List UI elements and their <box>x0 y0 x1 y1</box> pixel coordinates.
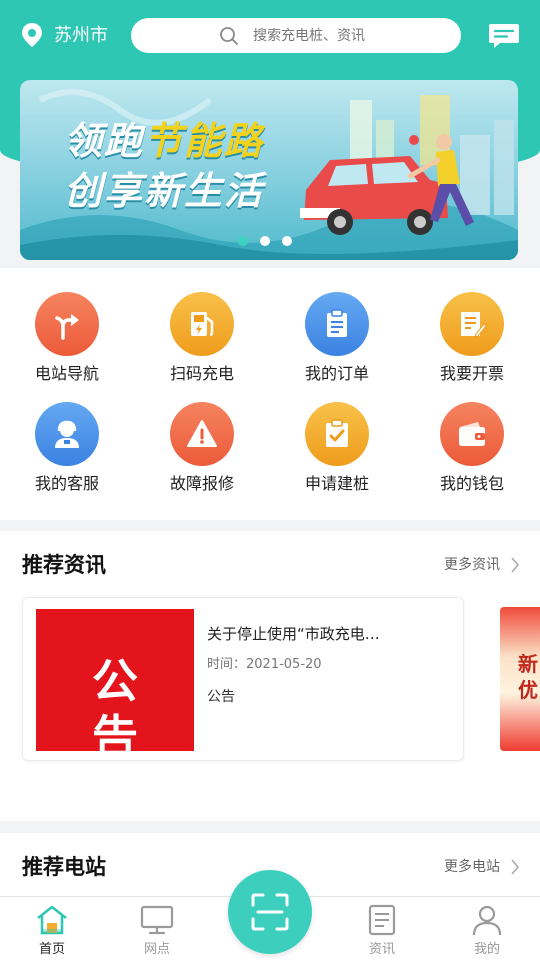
banner-dot[interactable] <box>238 236 248 246</box>
shortcut-icon-bg <box>305 292 369 356</box>
warning-icon <box>187 420 217 447</box>
shortcut-label: 我要开票 <box>439 364 504 383</box>
shortcut-label: 我的订单 <box>304 364 369 383</box>
shortcut-icon-bg <box>35 402 99 466</box>
news-title: 关于停止使用“市政充电… <box>207 625 380 643</box>
tab-label: 首页 <box>38 942 65 957</box>
document-icon <box>368 904 396 936</box>
city-selector[interactable]: 苏州市 <box>54 24 108 48</box>
car-charging-illustration <box>300 95 514 235</box>
shortcut-scan-charge[interactable]: 扫码充电 <box>142 272 262 383</box>
shortcut-apply-pile[interactable]: 申请建桩 <box>277 382 397 493</box>
search-input[interactable]: 搜索充电桩、资讯 <box>131 18 461 53</box>
navigation-icon <box>55 314 79 340</box>
tab-label: 网点 <box>143 942 170 957</box>
scan-button[interactable] <box>228 870 312 954</box>
banner-pagination <box>238 236 292 246</box>
news-card-next-text: 新 优 <box>518 652 538 702</box>
customer-service-icon <box>55 420 79 448</box>
shortcut-label: 申请建桩 <box>304 474 369 493</box>
shortcut-label: 我的钱包 <box>439 474 504 493</box>
home-icon <box>37 905 67 935</box>
shortcut-grid: 电站导航 扫码充电 我的订单 我要开票 我的客服 故障报修 申请建桩 我的钱包 <box>0 272 540 512</box>
top-bar: 苏州市 搜索充电桩、资讯 <box>0 0 540 72</box>
banner-dot[interactable] <box>260 236 270 246</box>
news-card-next[interactable]: 新 优 <box>500 607 540 751</box>
shortcut-customer-service[interactable]: 我的客服 <box>7 382 127 493</box>
wallet-icon <box>459 422 485 446</box>
shortcut-icon-bg <box>170 292 234 356</box>
shortcut-station-navigation[interactable]: 电站导航 <box>7 272 127 383</box>
chevron-right-icon[interactable] <box>510 858 520 876</box>
more-news-link[interactable]: 更多资讯 <box>444 555 500 575</box>
tab-news[interactable]: 资讯 <box>342 897 422 960</box>
tab-mine[interactable]: 我的 <box>447 897 527 960</box>
news-thumbnail: 公告 <box>36 609 194 764</box>
banner-headline-1: 领跑节能路 <box>64 119 265 163</box>
shortcut-icon-bg <box>440 402 504 466</box>
section-title: 推荐电站 <box>22 855 106 879</box>
shortcut-wallet[interactable]: 我的钱包 <box>412 382 532 493</box>
news-tag: 公告 <box>207 689 235 705</box>
news-time: 时间：2021-05-20 <box>207 657 322 672</box>
chevron-right-icon[interactable] <box>510 556 520 574</box>
shortcut-label: 我的客服 <box>34 474 99 493</box>
search-icon <box>220 27 238 45</box>
search-placeholder: 搜索充电桩、资讯 <box>253 28 365 44</box>
invoice-icon <box>461 312 487 338</box>
shortcut-icon-bg <box>35 292 99 356</box>
tab-label: 资讯 <box>368 942 395 957</box>
banner-dot[interactable] <box>282 236 292 246</box>
user-icon <box>472 905 502 936</box>
fuel-pump-icon <box>191 312 214 337</box>
tab-label: 我的 <box>473 942 500 957</box>
banner-headline-2: 创享新生活 <box>64 169 265 213</box>
location-pin-icon[interactable] <box>20 22 44 50</box>
news-card[interactable]: 公告 关于停止使用“市政充电… 时间：2021-05-20 公告 <box>22 597 464 764</box>
message-icon[interactable] <box>488 22 520 50</box>
news-thumbnail-text: 公告 <box>92 654 174 764</box>
shortcut-label: 电站导航 <box>34 364 99 383</box>
checklist-icon <box>326 419 348 447</box>
section-title: 推荐资讯 <box>22 553 106 577</box>
shortcut-icon-bg <box>440 292 504 356</box>
shortcut-fault-report[interactable]: 故障报修 <box>142 382 262 493</box>
shortcut-label: 故障报修 <box>169 474 234 493</box>
monitor-icon <box>140 905 174 935</box>
shortcut-label: 扫码充电 <box>169 364 234 383</box>
tab-outlets[interactable]: 网点 <box>117 897 197 960</box>
clipboard-icon <box>327 309 347 337</box>
recommended-news-section: 推荐资讯 更多资讯 公告 关于停止使用“市政充电… 时间：2021-05-20 … <box>0 531 540 821</box>
shortcut-invoice[interactable]: 我要开票 <box>412 272 532 383</box>
shortcut-my-orders[interactable]: 我的订单 <box>277 272 397 383</box>
promo-banner[interactable]: 领跑节能路 创享新生活 <box>20 80 518 260</box>
shortcut-icon-bg <box>170 402 234 466</box>
shortcut-icon-bg <box>305 402 369 466</box>
scan-icon <box>251 893 289 931</box>
more-stations-link[interactable]: 更多电站 <box>444 857 500 877</box>
tab-home[interactable]: 首页 <box>12 897 92 960</box>
